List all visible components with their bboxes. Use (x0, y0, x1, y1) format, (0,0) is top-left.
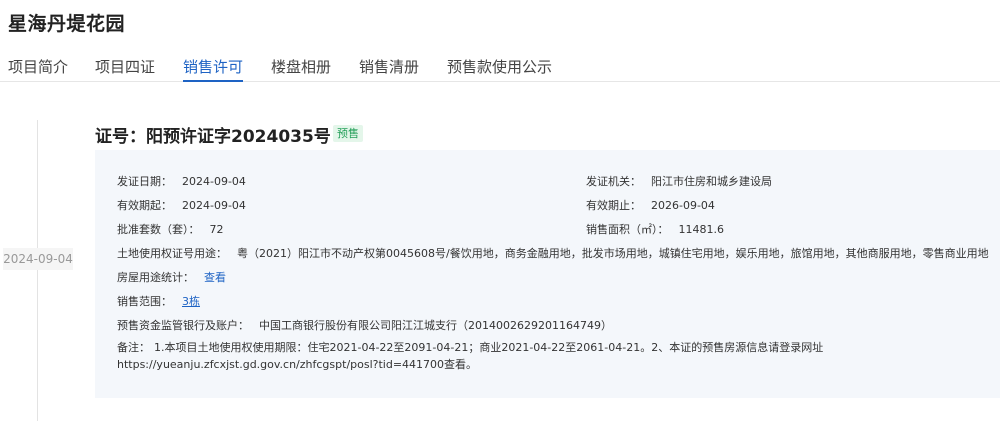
land-use-value: 粤（2021）阳江市不动产权第0045608号/餐饮用地，商务金融用地，批发市场… (237, 247, 989, 260)
tab-presale-fund-notice[interactable]: 预售款使用公示 (447, 56, 552, 77)
approved-units-label: 批准套数（套）： (117, 223, 200, 236)
housing-usage-field: 房屋用途统计： 查看 (117, 269, 226, 285)
remark-field: 备注： 1.本项目土地使用权使用期限：住宅2021-04-22至2091-04-2… (117, 339, 997, 373)
escrow-bank-field: 预售资金监管银行及账户： 中国工商银行股份有限公司阳江江城支行（201400262… (117, 317, 612, 333)
sales-area-value: 11481.6 (678, 223, 725, 236)
valid-to-value: 2026-09-04 (651, 199, 715, 212)
tab-photo-album[interactable]: 楼盘相册 (271, 56, 331, 77)
remark-value: 1.本项目土地使用权使用期限：住宅2021-04-22至2091-04-21；商… (117, 341, 824, 371)
tab-project-intro[interactable]: 项目简介 (8, 56, 68, 77)
escrow-bank-value: 中国工商银行股份有限公司阳江江城支行（2014002629201164749） (259, 319, 612, 332)
issuing-authority-label: 发证机关： (586, 175, 641, 188)
timeline-date: 2024-09-04 (3, 248, 73, 270)
active-tab-indicator (183, 80, 243, 82)
approved-units-field: 批准套数（套）： 72 (117, 221, 224, 237)
tab-sales-list[interactable]: 销售清册 (359, 56, 419, 77)
project-title: 星海丹堤花园 (8, 13, 126, 35)
presale-status-badge: 预售 (333, 125, 363, 142)
valid-from-label: 有效期起： (117, 199, 172, 212)
issue-date-value: 2024-09-04 (182, 175, 246, 188)
sales-scope-field: 销售范围： 3栋 (117, 293, 200, 309)
escrow-bank-label: 预售资金监管银行及账户： (117, 319, 249, 332)
issue-date-field: 发证日期： 2024-09-04 (117, 173, 246, 189)
sales-scope-label: 销售范围： (117, 295, 172, 308)
timeline-line (37, 120, 38, 421)
valid-from-field: 有效期起： 2024-09-04 (117, 197, 246, 213)
housing-usage-label: 房屋用途统计： (117, 271, 194, 284)
sales-area-label: 销售面积（㎡）： (586, 223, 669, 236)
land-use-field: 土地使用权证号用途： 粤（2021）阳江市不动产权第0045608号/餐饮用地，商… (117, 245, 989, 261)
valid-to-label: 有效期止： (586, 199, 641, 212)
issue-date-label: 发证日期： (117, 175, 172, 188)
valid-to-field: 有效期止： 2026-09-04 (586, 197, 715, 213)
tab-bar: 项目简介 项目四证 销售许可 楼盘相册 销售清册 预售款使用公示 (0, 44, 1000, 82)
sales-scope-link[interactable]: 3栋 (182, 295, 200, 308)
tab-project-certificates[interactable]: 项目四证 (95, 56, 155, 77)
view-usage-link[interactable]: 查看 (204, 271, 226, 284)
remark-label: 备注： (117, 341, 150, 354)
issuing-authority-field: 发证机关： 阳江市住房和城乡建设局 (586, 173, 772, 189)
land-use-label: 土地使用权证号用途： (117, 247, 227, 260)
issuing-authority-value: 阳江市住房和城乡建设局 (651, 175, 772, 188)
sales-area-field: 销售面积（㎡）： 11481.6 (586, 221, 724, 237)
valid-from-value: 2024-09-04 (182, 199, 246, 212)
certificate-number-heading: 证号：阳预许证字2024035号 (95, 127, 331, 147)
tab-sales-permit[interactable]: 销售许可 (183, 56, 243, 77)
approved-units-value: 72 (209, 223, 224, 236)
